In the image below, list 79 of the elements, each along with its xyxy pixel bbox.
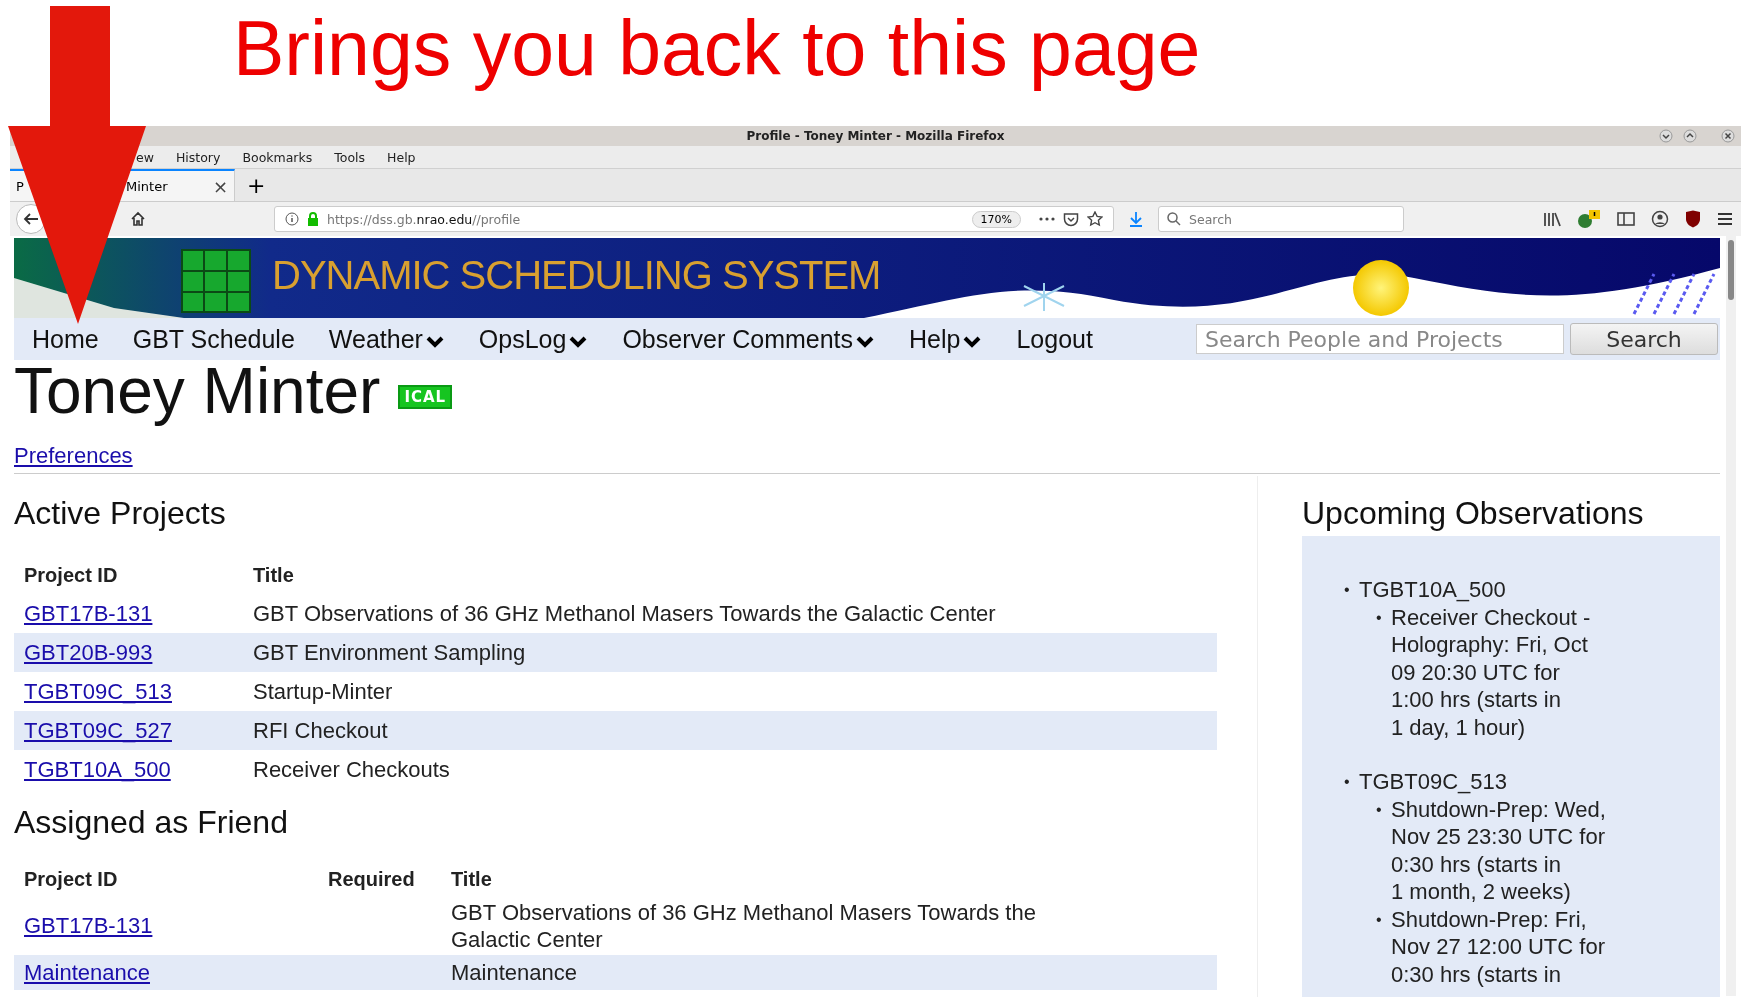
chevron-down-icon[interactable] (962, 336, 983, 348)
project-title: Maintenance (450, 959, 578, 987)
project-link[interactable]: TGBT10A_500 (24, 756, 171, 782)
project-title: Startup-Minter (252, 678, 394, 705)
info-icon[interactable] (285, 212, 299, 226)
more-icon[interactable] (1039, 217, 1055, 221)
nav-menu-item[interactable]: Home (32, 324, 99, 354)
project-link[interactable]: GBT20B-993 (24, 639, 153, 665)
home-icon[interactable] (130, 211, 146, 227)
column-header: Title (252, 563, 295, 587)
bullet: • (1376, 799, 1383, 820)
account-icon[interactable] (1651, 210, 1669, 228)
new-tab-button[interactable]: + (235, 169, 278, 201)
session-text: Shutdown-Prep: Fri, Nov 27 12:00 UTC for 0:30 hrs (starts in (1391, 905, 1606, 988)
nav-menu-item[interactable]: Help (909, 324, 983, 354)
menu-item[interactable]: Tools (334, 149, 366, 165)
maximize-icon[interactable] (1683, 129, 1697, 143)
search-button[interactable]: Search (1570, 323, 1718, 355)
menu-item[interactable]: Help (387, 149, 416, 165)
project-title: GBT Observations of 36 GHz Methanol Masers Towards the Galactic Center (450, 899, 1037, 954)
nav-menu-item[interactable]: OpsLog (478, 324, 589, 354)
url-text: https://dss.gb.nrao.edu//profile (327, 211, 522, 227)
project-title: GBT Observations of 36 GHz Methanol Masers Towards the Galactic Center (252, 600, 997, 627)
search-icon (1167, 212, 1181, 226)
session-text: Receiver Checkout - Holography: Fri, Oct 09 20:30 UTC for 1:00 hrs (starts in 1 day, 1 hour) (1391, 603, 1592, 741)
project-id: TGBT10A_500 (1359, 576, 1506, 604)
project-link[interactable]: Maintenance (24, 959, 150, 985)
section-heading: Assigned as Friend (14, 803, 289, 842)
star-icon[interactable] (1087, 211, 1103, 227)
banner-drawing: DYNAMIC SCHEDULING SYSTEM (14, 238, 1720, 318)
chevron-down-icon[interactable] (568, 336, 589, 348)
project-title: Receiver Checkouts (252, 756, 451, 783)
section-heading: Upcoming Observations (1302, 494, 1645, 533)
annotation-text: Brings you back to this page (233, 4, 1201, 93)
back-arrow-icon[interactable] (23, 212, 39, 226)
bullet: • (1376, 607, 1383, 628)
project-link[interactable]: GBT17B-131 (24, 913, 153, 938)
chevron-down-icon[interactable] (855, 336, 876, 348)
column-header: Title (450, 867, 493, 891)
window-title: Profile - Toney Minter - Mozilla Firefox (746, 129, 1005, 143)
nav-menu-item[interactable]: Observer Comments (622, 324, 876, 354)
bullet: • (1376, 909, 1383, 930)
close-icon[interactable] (1721, 129, 1735, 143)
project-title: GBT Environment Sampling (252, 639, 527, 666)
section-heading: Active Projects (14, 494, 227, 533)
pocket-icon[interactable] (1063, 211, 1079, 227)
project-id: TGBT09C_513 (1359, 768, 1507, 796)
session-text: Shutdown-Prep: Wed, Nov 25 23:30 UTC for 0:30 hrs (starts in 1 month, 2 weeks) (1391, 795, 1607, 906)
menu-icon[interactable] (1717, 212, 1733, 226)
sidebar-icon[interactable] (1617, 211, 1635, 227)
download-icon[interactable] (1128, 211, 1144, 227)
project-link[interactable]: TGBT09C_527 (24, 717, 172, 743)
bullet: • (1344, 580, 1351, 600)
project-title: RFI Checkout (252, 717, 389, 744)
globe-alert-icon[interactable] (1577, 209, 1601, 229)
lock-icon (307, 212, 319, 226)
column-header: Required (327, 867, 416, 891)
project-link[interactable]: TGBT09C_513 (24, 678, 172, 704)
search-field[interactable]: Search People and Projects (1196, 324, 1564, 354)
column-header: Project ID (23, 867, 119, 891)
address-bar[interactable]: https://dss.gb.nrao.edu//profile 170% (274, 206, 1114, 232)
chevron-down-icon[interactable] (424, 336, 445, 348)
menu-item[interactable]: Bookmarks (242, 149, 313, 165)
bullet: • (1344, 772, 1351, 792)
project-link[interactable]: GBT17B-131 (24, 600, 153, 626)
browser-search-field[interactable]: Search (1158, 206, 1404, 232)
menu-item[interactable]: ew (136, 149, 154, 165)
library-icon[interactable] (1543, 211, 1561, 227)
nav-menu-item[interactable]: GBT Schedule (132, 324, 295, 354)
nav-menu-item[interactable]: Weather (328, 324, 445, 354)
shield-icon[interactable] (1685, 210, 1701, 228)
close-tab-button[interactable]: × (212, 175, 228, 197)
scrollbar-thumb[interactable] (1728, 240, 1734, 300)
zoom-level[interactable]: 170% (971, 210, 1021, 228)
column-header: Project ID (23, 563, 119, 587)
preferences-link[interactable]: Preferences (14, 443, 133, 468)
minimize-icon[interactable] (1659, 129, 1673, 143)
menu-item[interactable]: History (175, 149, 221, 165)
nav-menu-item[interactable]: Logout (1016, 324, 1093, 354)
